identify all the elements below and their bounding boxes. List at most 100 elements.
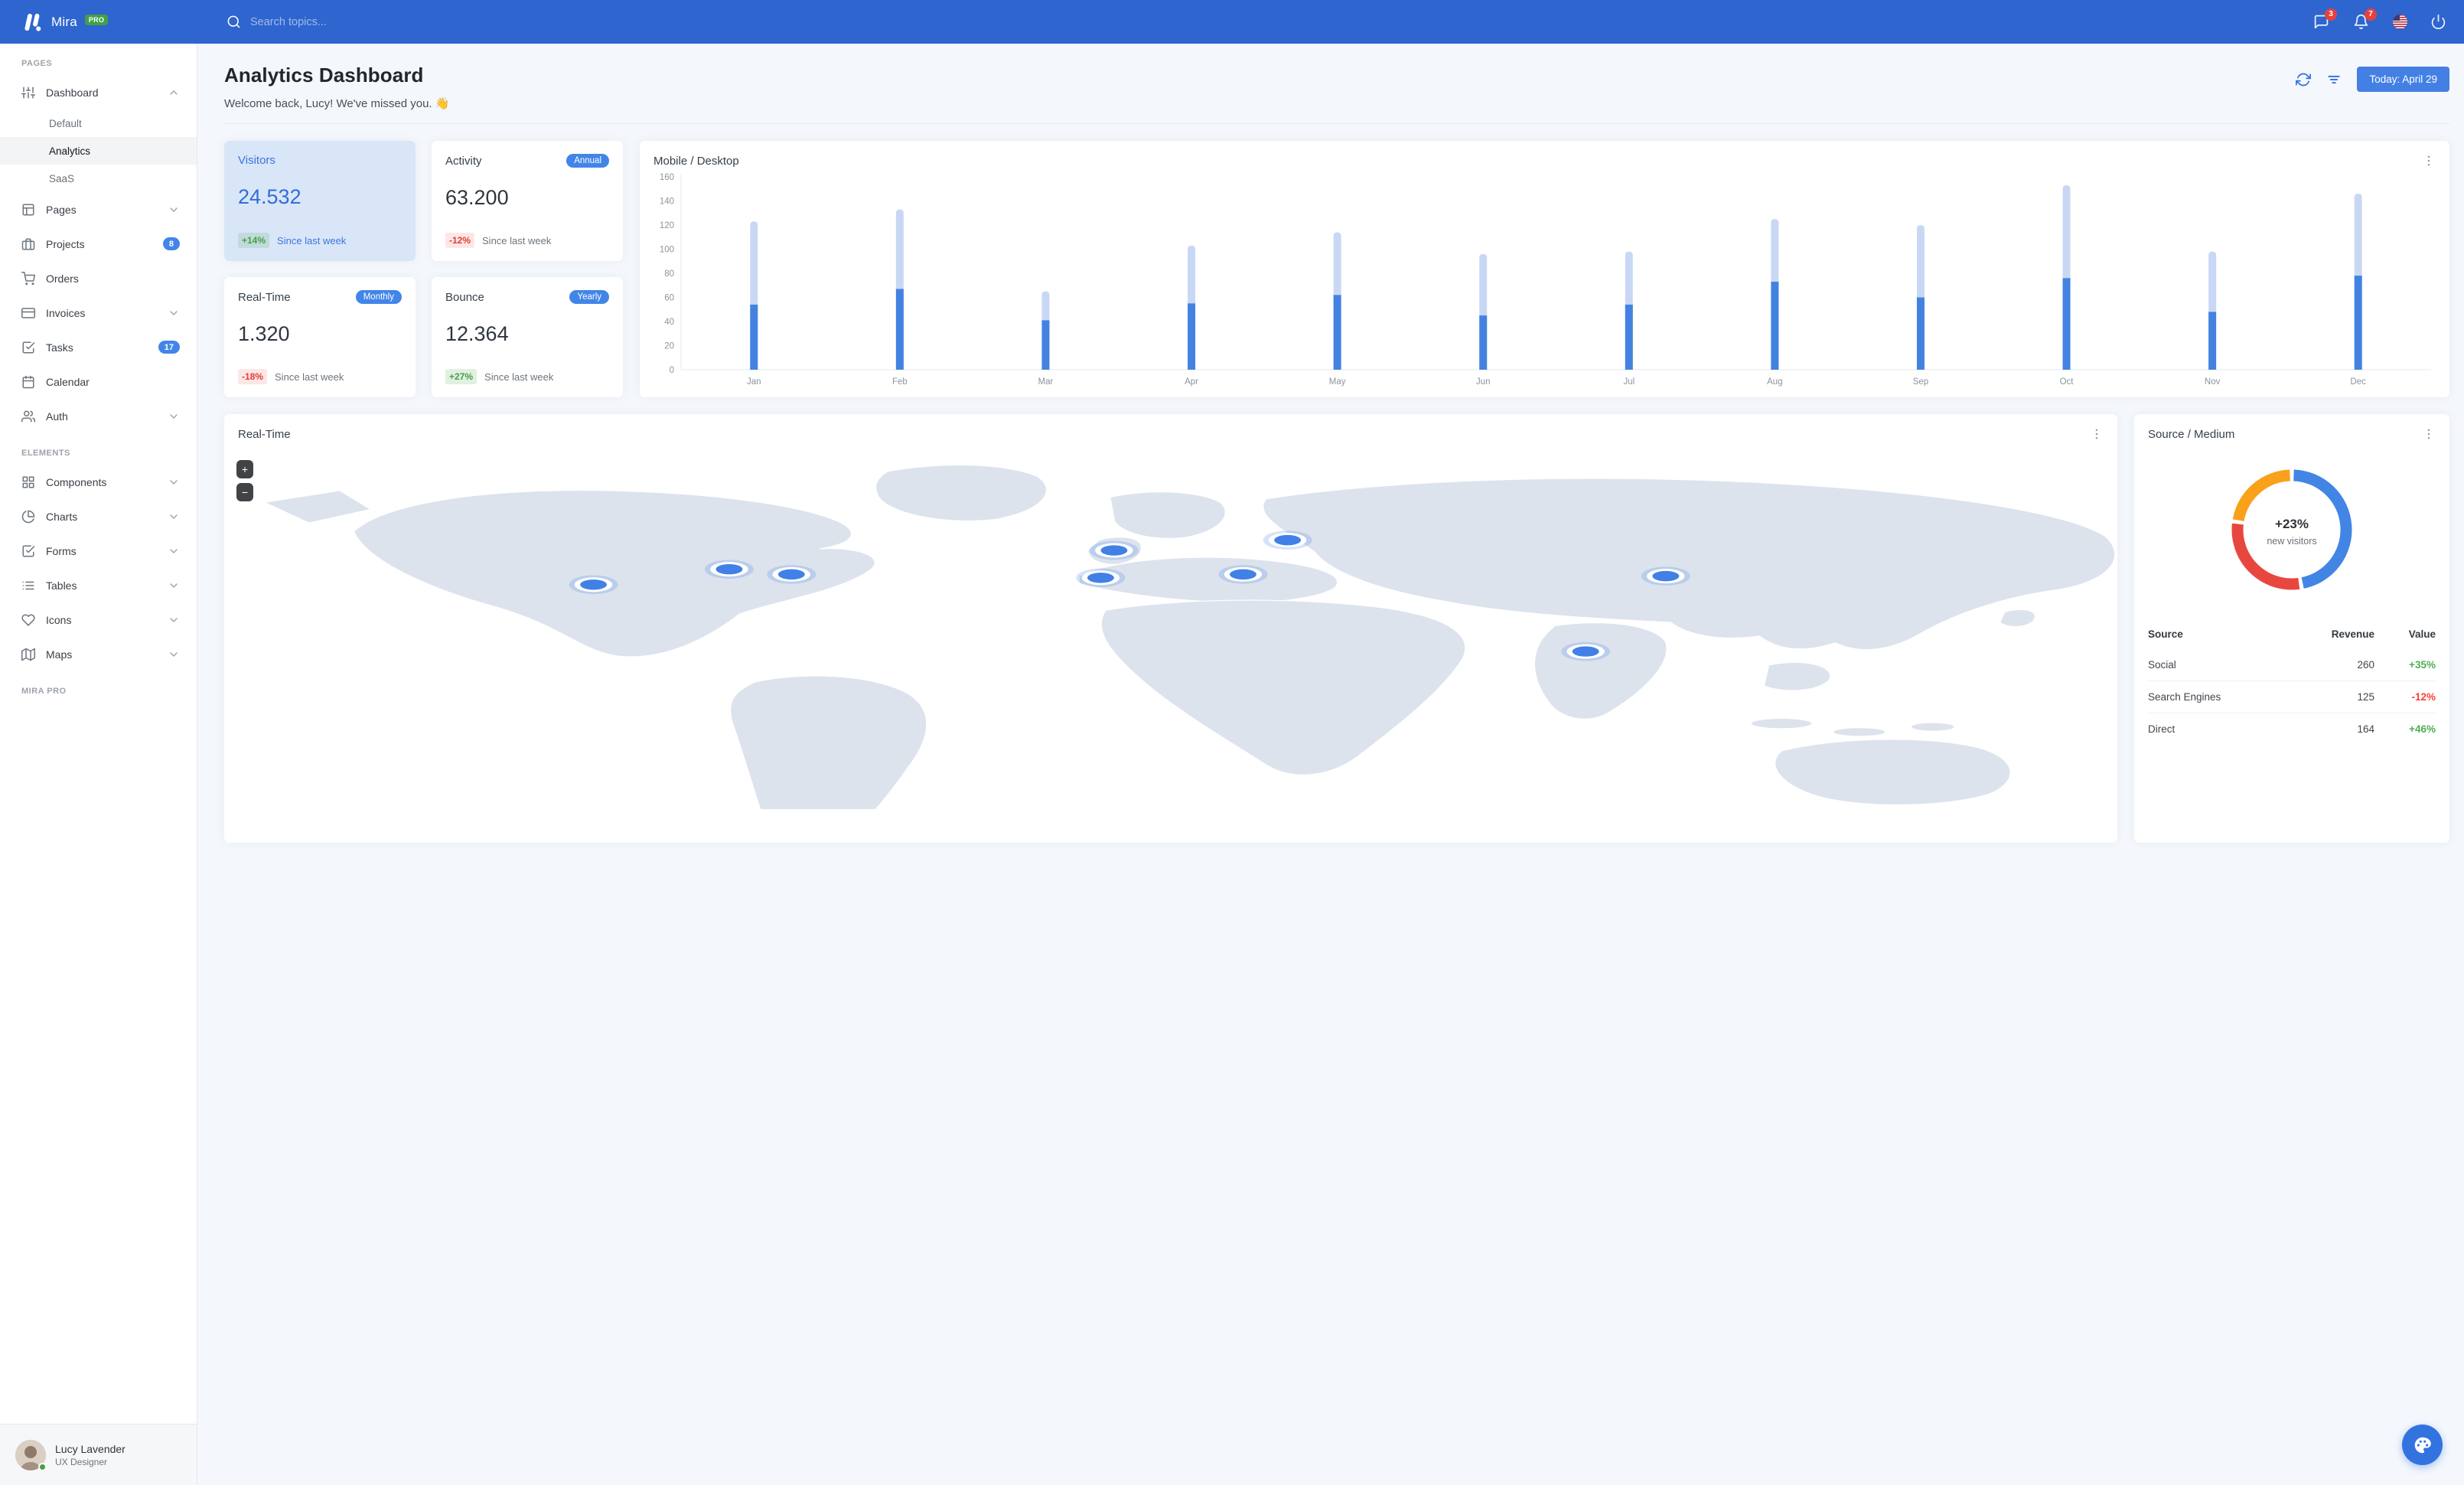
chevron-down-icon bbox=[170, 413, 178, 419]
svg-text:60: 60 bbox=[664, 294, 674, 303]
sidebar-item-charts[interactable]: Charts bbox=[0, 499, 197, 534]
user-role: UX Designer bbox=[55, 1456, 108, 1467]
realtime-map-card: Real-Time + − bbox=[224, 414, 2117, 843]
list-icon bbox=[22, 581, 34, 589]
svg-text:Jan: Jan bbox=[747, 377, 761, 387]
source-row-social: Social 260 +35% bbox=[2148, 648, 2436, 680]
svg-text:Mar: Mar bbox=[1038, 377, 1054, 387]
stat-title: Visitors bbox=[238, 154, 275, 167]
stat-delta-chip: -12% bbox=[445, 233, 475, 248]
stat-note: Since last week bbox=[484, 370, 554, 383]
sidebar: PAGES Dashboard Default Analytics SaaS Pages P… bbox=[0, 44, 197, 1485]
sidebar-item-label: Calendar bbox=[46, 375, 90, 388]
source-value: -12% bbox=[2411, 691, 2436, 703]
world-map-svg bbox=[262, 464, 2117, 843]
kebab-icon bbox=[2427, 155, 2430, 166]
map-card-menu-button[interactable] bbox=[2090, 427, 2104, 441]
stats-grid: Visitors 24.532 +14% Since last week Activit… bbox=[224, 141, 623, 397]
power-icon bbox=[2431, 14, 2446, 29]
source-row-search-engines: Search Engines 125 -12% bbox=[2148, 680, 2436, 713]
header-actions: Today: April 29 bbox=[2296, 67, 2449, 92]
sidebar-item-orders[interactable]: Orders bbox=[0, 261, 197, 295]
avatar bbox=[15, 1439, 47, 1472]
search-input[interactable] bbox=[250, 15, 449, 28]
sidebar-item-auth[interactable]: Auth bbox=[0, 399, 197, 433]
header-divider bbox=[224, 123, 2449, 124]
source-table-header: Source Revenue Value bbox=[2148, 619, 2436, 648]
notifications-button[interactable]: 7 bbox=[2353, 8, 2377, 31]
sidebar-item-label: Charts bbox=[46, 510, 78, 523]
users-icon bbox=[21, 410, 35, 422]
stat-card-real-time: Real-Time Monthly 1.320 -18% Since last week bbox=[224, 277, 416, 397]
filter-button[interactable] bbox=[2326, 72, 2342, 87]
stat-period-badge[interactable]: Annual bbox=[566, 154, 609, 168]
sidebar-item-pages[interactable]: Pages bbox=[0, 192, 197, 227]
sidebar-item-label: Forms bbox=[46, 544, 77, 557]
refresh-button[interactable] bbox=[2296, 72, 2312, 87]
navbar-actions: 3 7 bbox=[2313, 8, 2464, 31]
sidebar-user-card[interactable]: Lucy Lavender UX Designer bbox=[0, 1424, 197, 1485]
map-zoom-in-button[interactable]: + bbox=[236, 460, 253, 478]
navbar-search[interactable] bbox=[227, 15, 2313, 29]
source-revenue: 125 bbox=[2357, 691, 2374, 703]
sidebar-item-label: Projects bbox=[46, 237, 85, 250]
sidebar-item-tables[interactable]: Tables bbox=[0, 568, 197, 602]
stat-period-badge[interactable]: Monthly bbox=[355, 290, 402, 304]
messages-count-badge: 3 bbox=[2325, 8, 2337, 21]
stat-value: 24.532 bbox=[238, 185, 301, 208]
donut-center-value: +23% bbox=[2275, 517, 2309, 531]
source-card-menu-button[interactable] bbox=[2422, 427, 2436, 441]
sidebar-item-projects[interactable]: Projects 8 bbox=[0, 227, 197, 261]
stat-card-bounce: Bounce Yearly 12.364 +27% Since last week bbox=[432, 277, 623, 397]
shopping-cart-icon bbox=[21, 271, 35, 285]
messages-button[interactable]: 3 bbox=[2313, 8, 2337, 31]
svg-text:Jun: Jun bbox=[1476, 377, 1491, 387]
theme-settings-fab[interactable] bbox=[2402, 1425, 2443, 1465]
date-button[interactable]: Today: April 29 bbox=[2357, 67, 2449, 92]
stat-value: 1.320 bbox=[238, 322, 290, 345]
sidebar-item-tasks[interactable]: Tasks 17 bbox=[0, 330, 197, 364]
check-square-icon bbox=[22, 341, 35, 353]
source-revenue: 164 bbox=[2357, 723, 2374, 735]
sidebar-item-invoices[interactable]: Invoices bbox=[0, 295, 197, 330]
palette-icon bbox=[2414, 1437, 2431, 1453]
brand-name: Mira bbox=[51, 14, 77, 29]
sidebar-item-components[interactable]: Components bbox=[0, 465, 197, 499]
chevron-down-icon bbox=[170, 548, 178, 553]
sidebar-nav: PAGES Dashboard Default Analytics SaaS Pages P… bbox=[0, 44, 197, 703]
sidebar-item-maps[interactable]: Maps bbox=[0, 637, 197, 671]
sidebar-badge-tasks: 17 bbox=[158, 341, 180, 354]
map-continents bbox=[262, 464, 2117, 843]
chart-card-menu-button[interactable] bbox=[2422, 154, 2436, 168]
col-revenue: Revenue bbox=[2331, 628, 2374, 640]
map-zoom-out-button[interactable]: − bbox=[236, 483, 253, 501]
col-source: Source bbox=[2148, 628, 2183, 640]
map-icon bbox=[21, 648, 35, 661]
language-flag-us-icon[interactable] bbox=[2393, 15, 2407, 29]
page-subtitle: Welcome back, Lucy! We've missed you. 👋 bbox=[224, 97, 450, 110]
svg-text:160: 160 bbox=[660, 173, 674, 182]
world-map[interactable]: + − bbox=[224, 449, 2117, 843]
sidebar-item-label: Tasks bbox=[46, 341, 73, 354]
page-header: Analytics Dashboard Welcome back, Lucy! … bbox=[224, 64, 2449, 110]
briefcase-icon bbox=[21, 238, 35, 250]
stat-period-badge[interactable]: Yearly bbox=[569, 290, 609, 304]
refresh-icon bbox=[2296, 73, 2312, 86]
sidebar-item-label: Auth bbox=[46, 410, 68, 423]
sidebar-subitem-default[interactable]: Default bbox=[0, 109, 197, 137]
chevron-down-icon bbox=[170, 479, 178, 485]
source-row-direct: Direct 164 +46% bbox=[2148, 713, 2436, 745]
sidebar-item-label: Icons bbox=[46, 613, 72, 626]
sidebar-item-calendar[interactable]: Calendar bbox=[0, 364, 197, 399]
brand[interactable]: Mira PRO bbox=[0, 13, 197, 31]
main-content: Analytics Dashboard Welcome back, Lucy! … bbox=[197, 44, 2464, 1485]
sidebar-item-icons[interactable]: Icons bbox=[0, 602, 197, 637]
sidebar-subitem-saas[interactable]: SaaS bbox=[0, 165, 197, 192]
svg-text:140: 140 bbox=[660, 197, 674, 207]
sidebar-item-forms[interactable]: Forms bbox=[0, 534, 197, 568]
sign-out-button[interactable] bbox=[2430, 14, 2447, 31]
sidebar-item-dashboard[interactable]: Dashboard bbox=[0, 75, 197, 109]
svg-text:May: May bbox=[1329, 377, 1346, 387]
sidebar-subitem-analytics[interactable]: Analytics bbox=[0, 137, 197, 165]
svg-text:Aug: Aug bbox=[1767, 377, 1782, 387]
